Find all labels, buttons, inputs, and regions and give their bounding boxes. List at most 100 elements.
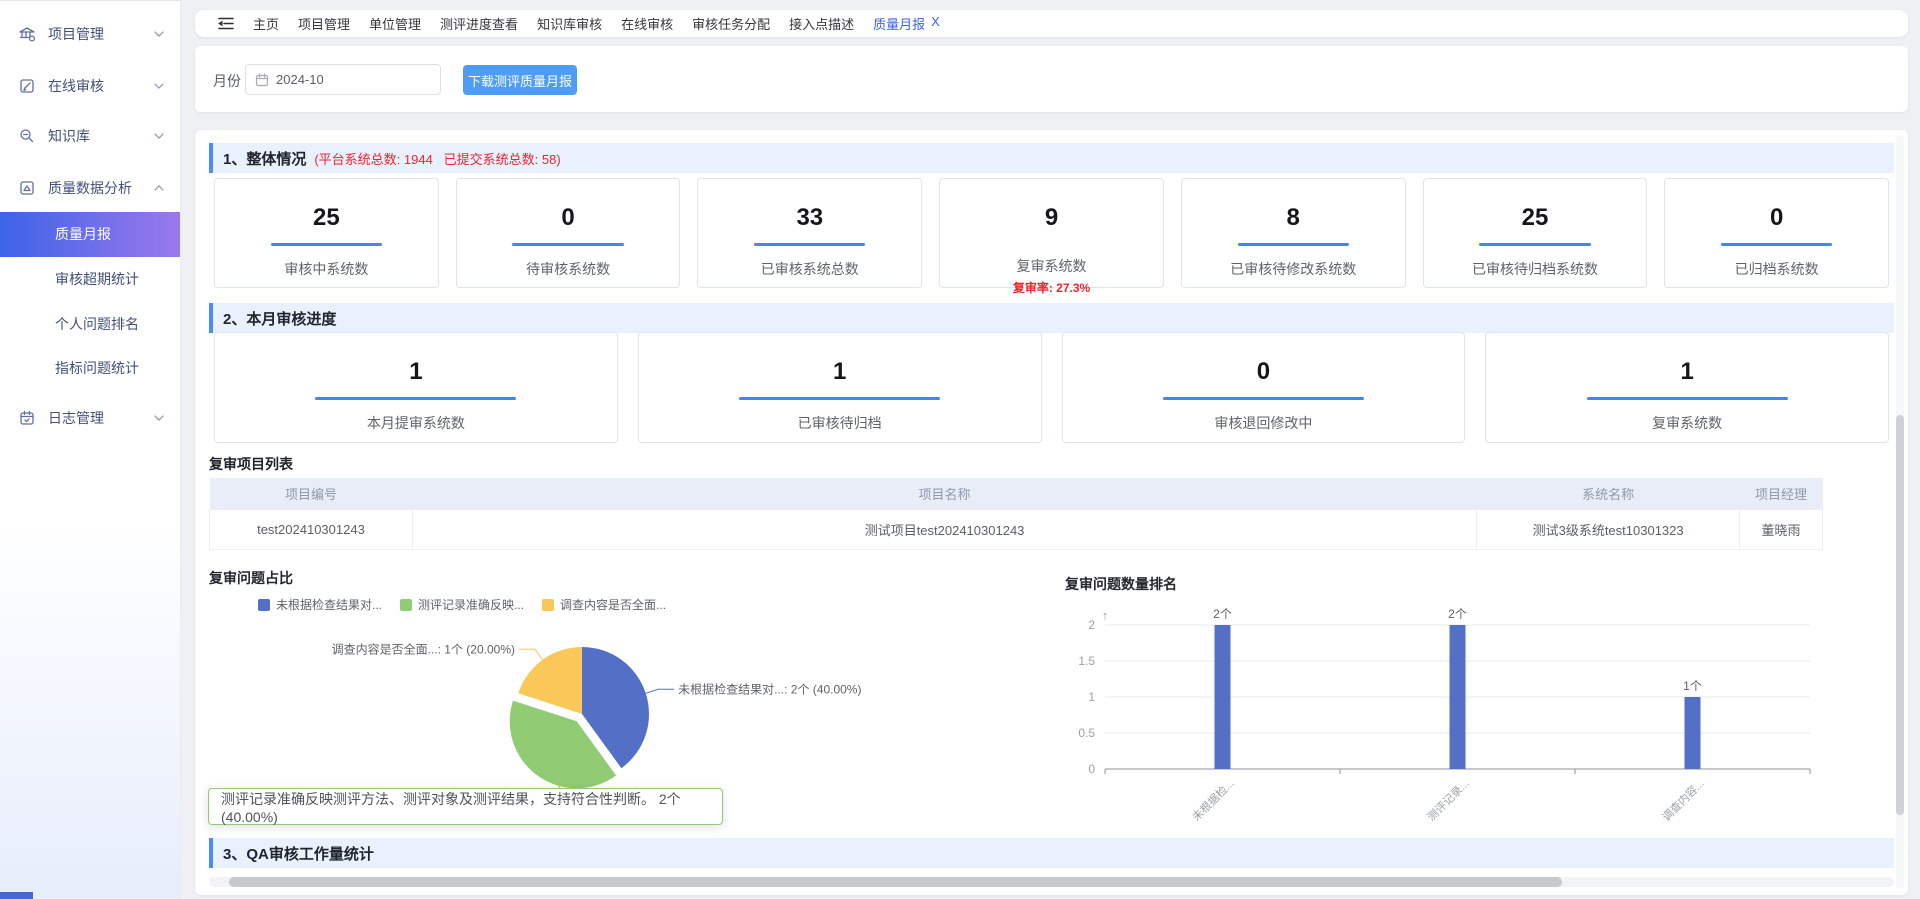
col-project-manager: 项目经理 [1740,478,1823,509]
stat-underline [271,243,382,246]
legend-item[interactable]: 未根据检查结果对... [258,596,382,613]
stat-value: 33 [796,206,823,230]
legend-item[interactable]: 测评记录准确反映... [400,596,524,613]
cell-system-name: 测试3级系统test10301323 [1477,509,1740,549]
svg-text:2个: 2个 [1448,607,1467,621]
legend-swatch [542,599,554,611]
col-project-id: 项目编号 [210,478,413,509]
vertical-scrollbar-thumb[interactable] [1896,415,1904,815]
search-icon [18,127,36,145]
stat-card-month-to-archive: 1 已审核待归档 [638,332,1042,443]
svg-text:调查内容...: 调查内容... [1659,776,1706,823]
stat-card-to-archive: 25 已审核待归档系统数 [1423,178,1648,288]
month-value: 2024-10 [276,72,324,87]
stat-underline [1238,243,1349,246]
sidebar-subitem-indicator-issue-stats[interactable]: 指标问题统计 [0,346,180,390]
legend-item[interactable]: 调查内容是否全面... [542,596,666,613]
tab-unit-management[interactable]: 单位管理 [369,14,421,33]
stat-label: 已审核待修改系统数 [1230,259,1356,279]
tab-quality-monthly-report[interactable]: 质量月报 X [873,14,940,33]
close-tab-icon[interactable]: X [931,14,940,33]
horizontal-scrollbar-thumb[interactable] [229,877,1562,887]
sidebar-item-online-review[interactable]: 在线审核 [0,64,180,108]
stat-value: 8 [1287,206,1300,230]
review-project-list-title: 复审项目列表 [209,454,293,474]
sidebar-item-label: 项目管理 [48,24,104,44]
stat-label: 已审核待归档 [798,413,882,433]
overall-stats-row: 25 审核中系统数 0 待审核系统数 33 已审核系统总数 9 复审系统数 复审… [214,178,1889,288]
sidebar-item-label: 知识库 [48,126,90,146]
top-tab-bar: 主页 项目管理 单位管理 测评进度查看 知识库审核 在线审核 审核任务分配 接入… [195,10,1908,37]
stat-value: 1 [833,360,846,384]
section-header-overall: 1、整体情况 (平台系统总数: 1944 已提交系统总数: 58) [209,143,1894,173]
app-window: 项目管理 在线审核 知识库 质量数据分析 质量月报 审核超期统计 个人问题排名 … [0,0,1920,898]
stat-value: 0 [1257,360,1270,384]
stat-label: 审核退回修改中 [1214,413,1312,433]
month-label: 月份 [213,71,241,91]
stat-underline [1721,243,1832,246]
tab-knowledge-review[interactable]: 知识库审核 [537,14,602,33]
stat-card-month-re-review: 1 复审系统数 [1485,332,1889,443]
vertical-scrollbar [1896,135,1904,889]
tab-access-point-description[interactable]: 接入点描述 [789,14,854,33]
cell-project-name: 测试项目test202410301243 [412,509,1476,549]
review-project-table: 项目编号 项目名称 系统名称 项目经理 test202410301243 测试项… [209,478,1823,550]
section-header-monthly: 2、本月审核进度 [209,303,1894,333]
legend-swatch [400,599,412,611]
tab-home[interactable]: 主页 [253,14,279,33]
monthly-stats-row: 1 本月提审系统数 1 已审核待归档 0 审核退回修改中 1 复审系统数 [214,332,1889,443]
calendar-icon [255,73,269,87]
tab-evaluation-progress[interactable]: 测评进度查看 [440,14,518,33]
stat-card-pending-review: 0 待审核系统数 [456,178,681,288]
month-picker-input[interactable]: 2024-10 [245,64,441,95]
collapse-sidebar-icon[interactable] [218,17,234,30]
sidebar-item-label: 质量数据分析 [48,178,132,198]
stat-card-reviewing: 25 审核中系统数 [214,178,439,288]
tab-online-review[interactable]: 在线审核 [621,14,673,33]
legend-swatch [258,599,270,611]
chevron-down-icon [154,133,164,139]
sidebar-subitem-personal-issue-ranking[interactable]: 个人问题排名 [0,302,180,346]
svg-text:调查内容是否全面...: 1个 (20.00%): 调查内容是否全面...: 1个 (20.00%) [332,641,515,656]
section-header-qa: 3、QA审核工作量统计 [209,838,1894,868]
download-report-button[interactable]: 下载测评质量月报 [463,65,577,95]
stat-label: 已归档系统数 [1735,259,1819,279]
stat-card-to-modify: 8 已审核待修改系统数 [1181,178,1406,288]
svg-text:1.5: 1.5 [1078,654,1095,668]
col-project-name: 项目名称 [412,478,1476,509]
stat-underline [1587,397,1788,400]
stat-label: 已审核系统总数 [761,259,859,279]
stat-underline [754,243,865,246]
sidebar-item-project-management[interactable]: 项目管理 [0,12,180,56]
report-card: 1、整体情况 (平台系统总数: 1944 已提交系统总数: 58) 25 审核中… [195,130,1908,895]
chevron-up-icon [154,185,164,191]
sidebar-item-knowledge-base[interactable]: 知识库 [0,114,180,158]
pie-chart-title: 复审问题占比 [209,568,293,588]
stat-value: 1 [1680,360,1693,384]
legend-label: 测评记录准确反映... [418,596,524,613]
sidebar-subitem-quality-monthly-report[interactable]: 质量月报 [0,212,180,257]
stat-label: 本月提审系统数 [367,413,465,433]
stat-underline [315,397,516,400]
table-header-row: 项目编号 项目名称 系统名称 项目经理 [210,478,1823,509]
tab-label: 质量月报 [873,14,925,33]
stat-value: 25 [1522,206,1549,230]
stat-label: 复审系统数 [1652,413,1722,433]
stat-value: 1 [409,360,422,384]
stat-underline [739,397,940,400]
svg-text:0.5: 0.5 [1078,726,1095,740]
cell-project-id: test202410301243 [210,509,413,549]
tab-review-task-assignment[interactable]: 审核任务分配 [692,14,770,33]
stat-value: 9 [1045,206,1058,230]
stat-label: 审核中系统数 [284,259,368,279]
svg-text:2: 2 [1088,618,1095,632]
sidebar-item-log-management[interactable]: 日志管理 [0,396,180,440]
sidebar-subitem-overdue-review-stats[interactable]: 审核超期统计 [0,257,180,301]
table-row: test202410301243 测试项目test202410301243 测试… [210,509,1823,549]
bar-chart-panel: 复审问题数量排名 00.511.52↑2个未根据检...2个测评记录...1个调… [1040,568,1900,833]
tab-project-management[interactable]: 项目管理 [298,14,350,33]
bar-chart[interactable]: 00.511.52↑2个未根据检...2个测评记录...1个调查内容... [1040,568,1900,833]
stat-card-month-submitted: 1 本月提审系统数 [214,332,618,443]
stat-value: 0 [1770,206,1783,230]
sidebar-item-quality-data-analysis[interactable]: 质量数据分析 [0,166,180,210]
